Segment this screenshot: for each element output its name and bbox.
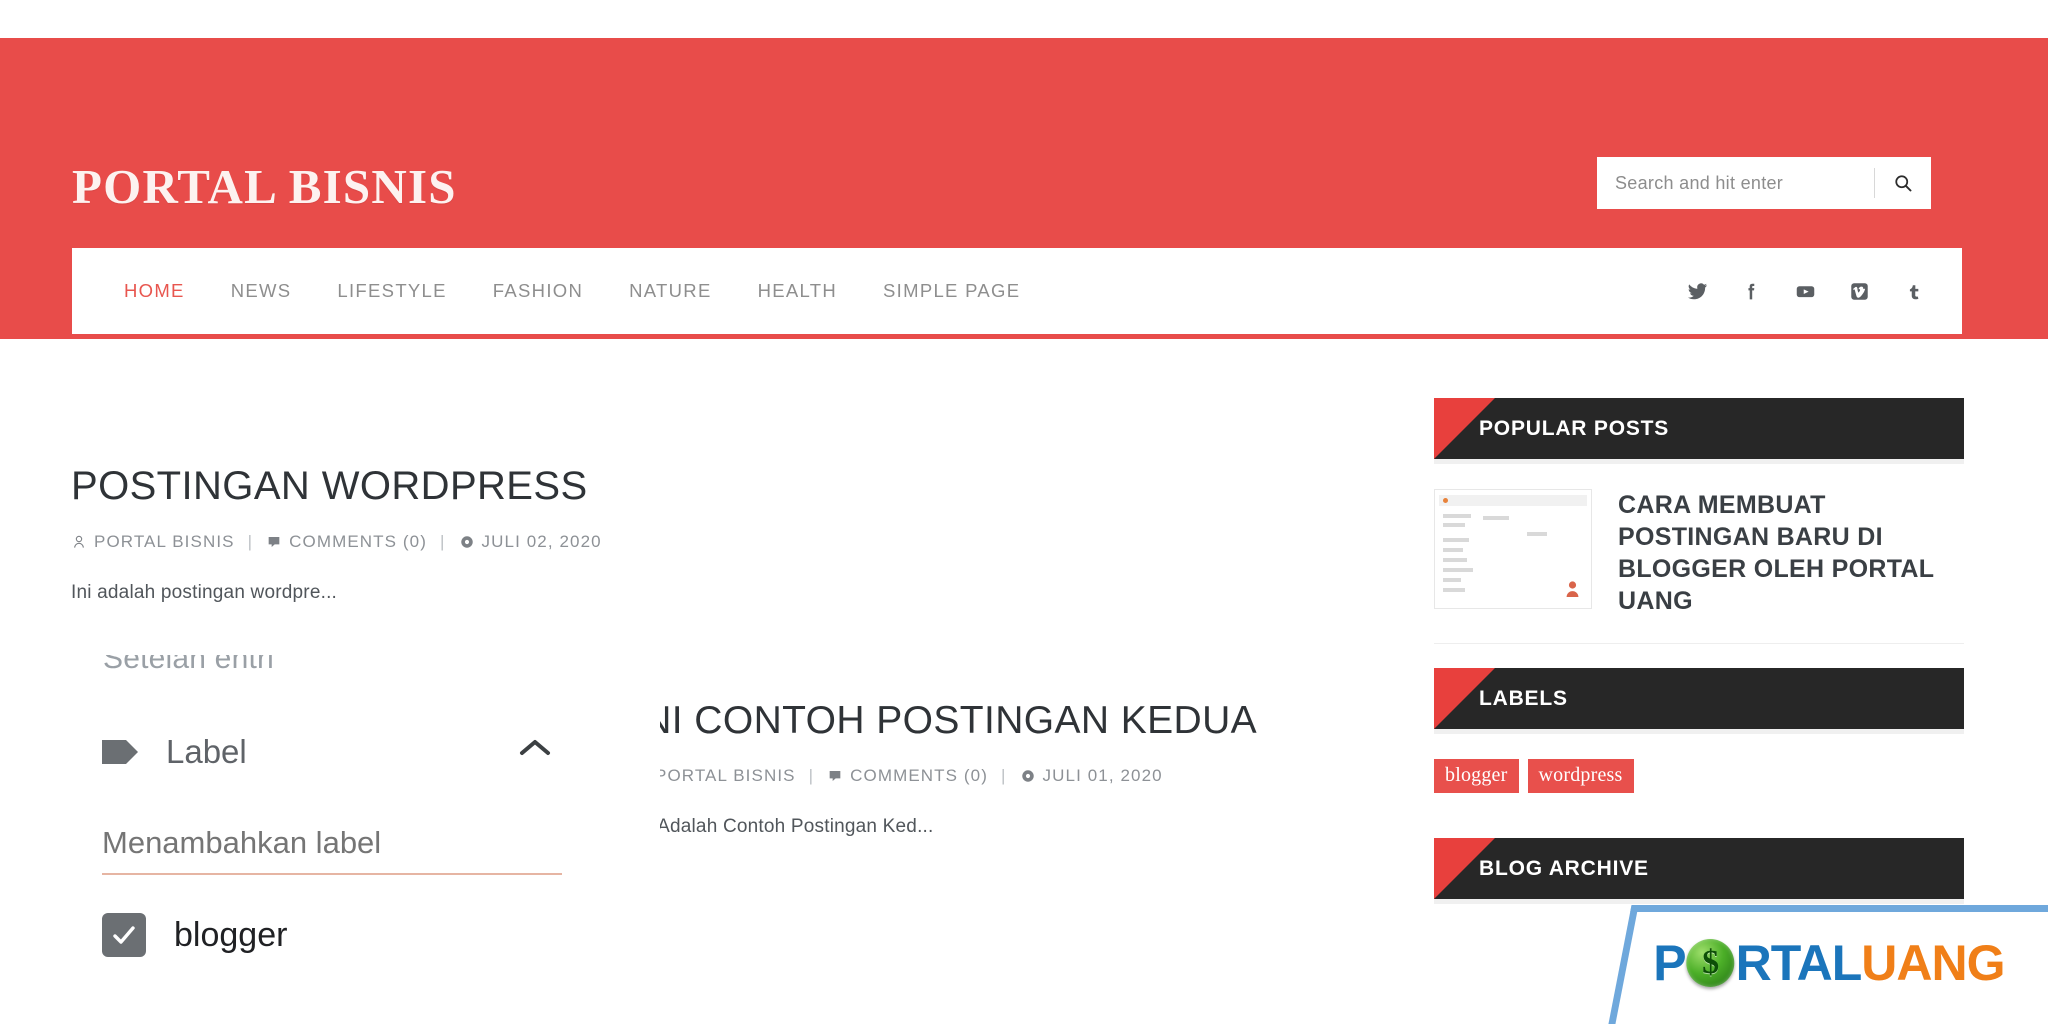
widget-blog-archive: BLOG ARCHIVE (1434, 838, 1964, 899)
blogger-input-underline (102, 873, 562, 875)
post-meta-1: PORTAL BISNIS | COMMENTS (0) | JULI 02, … (71, 532, 771, 552)
blogger-label-panel-overlay: Setelan entri Label blogger (60, 655, 660, 1024)
social-links (1654, 248, 1924, 334)
blogger-add-label-input[interactable] (102, 825, 562, 873)
twitter-icon (1687, 282, 1708, 299)
search-submit-button[interactable] (1875, 157, 1931, 209)
nav-links: HOME NEWS LIFESTYLE FASHION NATURE HEALT… (72, 280, 1043, 302)
post-comments-label-2: COMMENTS (0) (850, 765, 988, 785)
thumb-logo-dot (1443, 498, 1448, 503)
post-comments-2[interactable]: COMMENTS (0) (827, 766, 988, 786)
blogger-add-label-field[interactable] (102, 825, 562, 875)
blogger-label-checkbox-row[interactable]: blogger (102, 913, 287, 957)
portaluang-logo-watermark: P $ RTAL UANG (1608, 905, 2048, 1024)
post-comments-label-1: COMMENTS (0) (289, 531, 427, 551)
post-date-2: JULI 01, 2020 (1020, 766, 1163, 786)
logo-text-part2: RTAL (1735, 935, 1862, 991)
post-comments-1[interactable]: COMMENTS (0) (266, 532, 427, 552)
widget-header-popular-posts: POPULAR POSTS (1434, 398, 1964, 459)
sidebar: POPULAR POSTS CARA MEMBUAT POSTINGAN BAR… (1434, 398, 1964, 909)
comment-icon (829, 770, 841, 781)
user-icon (74, 535, 84, 548)
post-title-2[interactable]: INI CONTOH POSTINGAN KEDUA (632, 699, 1452, 743)
meta-separator: | (808, 765, 815, 785)
blogger-label-checkbox[interactable] (102, 913, 146, 957)
label-chip-wordpress[interactable]: wordpress (1527, 759, 1634, 793)
tag-icon (102, 740, 138, 764)
widget-title-blog-archive: BLOG ARCHIVE (1479, 856, 1649, 880)
checkmark-icon (113, 926, 135, 944)
meta-separator: | (440, 531, 446, 551)
comment-icon (268, 536, 280, 547)
dollar-coin-icon: $ (1686, 939, 1735, 987)
widget-labels: LABELS blogger wordpress (1434, 668, 1964, 793)
thumb-toolbar (1439, 495, 1587, 506)
youtube-icon (1796, 285, 1815, 297)
nav-item-news[interactable]: NEWS (208, 280, 315, 302)
blogger-label-section-header[interactable]: Label (100, 733, 610, 771)
search-box[interactable] (1597, 157, 1931, 209)
post-author-label-2: PORTAL BISNIS (655, 765, 796, 785)
label-chip-blogger[interactable]: blogger (1434, 759, 1519, 793)
widget-title-popular-posts: POPULAR POSTS (1479, 416, 1670, 440)
vimeo-icon (1851, 282, 1868, 300)
popular-post-thumbnail (1434, 489, 1592, 609)
facebook-icon (1748, 283, 1755, 299)
youtube-link[interactable] (1795, 281, 1816, 302)
post-date-1: JULI 02, 2020 (459, 532, 602, 552)
post-excerpt-1: Ini adalah postingan wordpre... (71, 581, 338, 603)
search-input[interactable] (1597, 158, 1874, 208)
facebook-link[interactable] (1741, 281, 1762, 302)
blogger-label-checkbox-text: blogger (174, 915, 288, 954)
search-icon (1895, 175, 1912, 192)
tumblr-icon (1909, 284, 1919, 299)
meta-separator: | (247, 531, 254, 551)
clock-icon (1021, 769, 1034, 782)
nav-item-fashion[interactable]: FASHION (470, 280, 606, 302)
main-navigation: HOME NEWS LIFESTYLE FASHION NATURE HEALT… (72, 248, 1962, 334)
portaluang-logo-inner: P $ RTAL UANG (1653, 934, 2004, 992)
post-card-2: INI CONTOH POSTINGAN KEDUA PORTAL BISNIS… (632, 699, 1452, 838)
meta-separator: | (1001, 765, 1007, 785)
widget-divider (1434, 643, 1964, 644)
widget-title-labels: LABELS (1479, 686, 1568, 710)
nav-item-health[interactable]: HEALTH (735, 280, 860, 302)
post-author-label-1: PORTAL BISNIS (94, 531, 235, 551)
widget-popular-posts: POPULAR POSTS CARA MEMBUAT POSTINGAN BAR… (1434, 398, 1964, 644)
post-author-1: PORTAL BISNIS (71, 532, 235, 552)
twitter-link[interactable] (1687, 281, 1708, 302)
post-excerpt-2: Ini Adalah Contoh Postingan Ked... (632, 815, 934, 837)
clock-icon (460, 536, 473, 548)
post-meta-2: PORTAL BISNIS | COMMENTS (0) | JULI 01, … (632, 766, 1452, 786)
page-root: PORTAL BISNIS HOME NEWS LIFESTYLE FASHIO… (0, 0, 2048, 1024)
nav-item-home[interactable]: HOME (101, 280, 208, 302)
top-white-strip (0, 0, 2048, 38)
tumblr-link[interactable] (1903, 281, 1924, 302)
popular-post-title[interactable]: CARA MEMBUAT POSTINGAN BARU DI BLOGGER O… (1618, 489, 1964, 617)
post-date-label-2: JULI 01, 2020 (1042, 765, 1163, 785)
popular-post-item[interactable]: CARA MEMBUAT POSTINGAN BARU DI BLOGGER O… (1434, 459, 1964, 617)
thumb-person-icon (1566, 581, 1579, 597)
vimeo-link[interactable] (1849, 281, 1870, 302)
labels-list: blogger wordpress (1434, 729, 1964, 793)
logo-text-part3: UANG (1861, 935, 2005, 991)
post-title-1[interactable]: POSTINGAN WORDPRESS (71, 464, 771, 509)
nav-item-lifestyle[interactable]: LIFESTYLE (314, 280, 469, 302)
chevron-up-icon[interactable] (518, 735, 552, 761)
widget-header-blog-archive: BLOG ARCHIVE (1434, 838, 1964, 899)
widget-header-labels: LABELS (1434, 668, 1964, 729)
site-title: PORTAL BISNIS (72, 159, 457, 214)
post-date-label-1: JULI 02, 2020 (481, 531, 602, 551)
post-card-1: POSTINGAN WORDPRESS PORTAL BISNIS | COMM… (71, 464, 771, 604)
logo-text-part1: P (1653, 935, 1686, 991)
blogger-panel-clipped-heading: Setelan entri (103, 655, 275, 675)
nav-item-nature[interactable]: NATURE (606, 280, 735, 302)
blogger-label-text: Label (166, 733, 247, 770)
nav-item-simple-page[interactable]: SIMPLE PAGE (860, 280, 1043, 302)
